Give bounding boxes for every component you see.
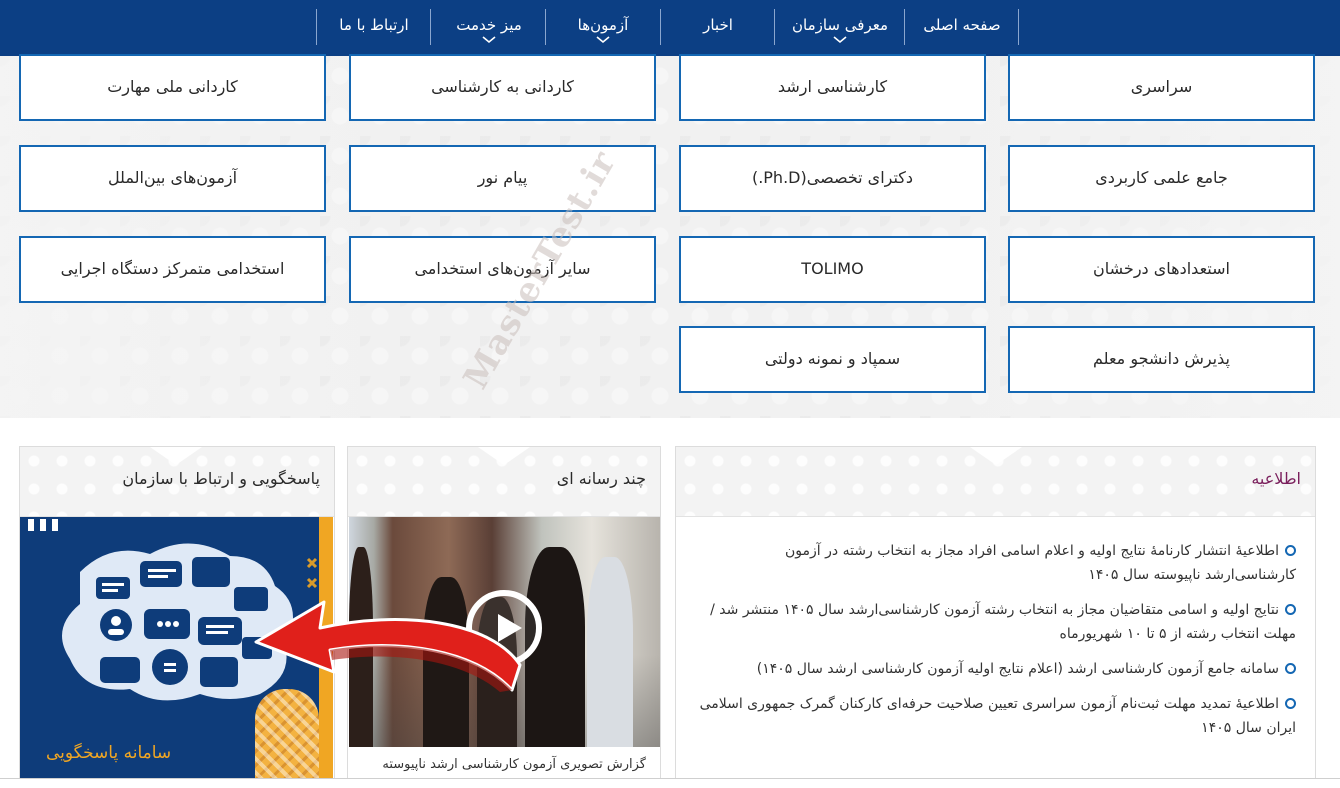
- nav-separator: [904, 9, 905, 45]
- support-system-banner[interactable]: سامانه پاسخگویی: [20, 517, 333, 787]
- nav-separator: [774, 9, 775, 45]
- panel-header: چند رسانه ای: [348, 447, 660, 517]
- nav-exams[interactable]: آزمون‌ها: [550, 8, 656, 46]
- nav-service-desk[interactable]: میز خدمت: [436, 8, 542, 46]
- category-karshenasi-arshad[interactable]: کارشناسی ارشد: [679, 54, 986, 121]
- circle-bullet-icon: [1285, 698, 1296, 709]
- category-kardani-be-karshenasi[interactable]: کاردانی به کارشناسی: [349, 54, 656, 121]
- category-doctora[interactable]: دکترای تخصصی(Ph.D.): [679, 145, 986, 212]
- chevron-down-icon: [833, 36, 847, 44]
- category-sarasari[interactable]: سراسری: [1008, 54, 1315, 121]
- nav-news[interactable]: اخبار: [665, 8, 771, 46]
- category-sampad[interactable]: سمپاد و نمونه دولتی: [679, 326, 986, 393]
- support-system-label: سامانه پاسخگویی: [46, 743, 172, 763]
- nav-home[interactable]: صفحه اصلی: [910, 8, 1014, 46]
- top-navigation: ارتباط با ما میز خدمت آزمون‌ها اخبار معر…: [0, 0, 1340, 56]
- category-jame-elmi[interactable]: جامع علمی کاربردی: [1008, 145, 1315, 212]
- category-teacher[interactable]: پذیرش دانشجو معلم: [1008, 326, 1315, 393]
- category-tolimo[interactable]: TOLIMO: [679, 236, 986, 303]
- nav-about-label: معرفی سازمان: [792, 16, 888, 34]
- support-panel: پاسخگویی و ارتباط با سازمان سامانه پاسخگ…: [19, 446, 335, 788]
- nav-separator: [316, 9, 317, 45]
- panel-header: اطلاعیه: [676, 447, 1315, 517]
- list-item[interactable]: اطلاعیهٔ انتشار کارنامهٔ نتایج اولیه و ا…: [696, 539, 1296, 587]
- category-central-employment[interactable]: استخدامی متمرکز دستگاه اجرایی: [19, 236, 326, 303]
- announcements-title: اطلاعیه: [1251, 469, 1301, 488]
- circle-bullet-icon: [1285, 604, 1296, 615]
- nav-home-label: صفحه اصلی: [923, 16, 1001, 34]
- list-item[interactable]: اطلاعیهٔ تمدید مهلت ثبت‌نام آزمون سراسری…: [696, 692, 1296, 740]
- panel-header: پاسخگویی و ارتباط با سازمان: [20, 447, 334, 517]
- list-item[interactable]: سامانه جامع آزمون کارشناسی ارشد (اعلام ن…: [696, 657, 1296, 681]
- play-icon[interactable]: [466, 590, 542, 666]
- multimedia-panel: چند رسانه ای گزارش تصویری آزمون کارشناسی…: [347, 446, 661, 788]
- support-title: پاسخگویی و ارتباط با سازمان: [122, 469, 320, 488]
- nav-news-label: اخبار: [703, 16, 733, 34]
- nav-separator: [1018, 9, 1019, 45]
- announcement-text: اطلاعیهٔ انتشار کارنامهٔ نتایج اولیه و ا…: [785, 543, 1296, 583]
- nav-exams-label: آزمون‌ها: [577, 16, 629, 34]
- announcements-panel: اطلاعیه اطلاعیهٔ انتشار کارنامهٔ نتایج ا…: [675, 446, 1316, 788]
- nav-separator: [660, 9, 661, 45]
- exam-categories-section: سراسری کارشناسی ارشد کاردانی به کارشناسی…: [0, 54, 1340, 418]
- announcements-list: اطلاعیهٔ انتشار کارنامهٔ نتایج اولیه و ا…: [696, 539, 1296, 751]
- announcement-text: نتایج اولیه و اسامی متقاضیان مجاز به انت…: [710, 602, 1296, 642]
- decorative-pattern: [255, 689, 319, 787]
- nav-separator: [545, 9, 546, 45]
- nav-separator: [430, 9, 431, 45]
- category-talented[interactable]: استعدادهای درخشان: [1008, 236, 1315, 303]
- page-bottom-edge: [0, 778, 1340, 788]
- nav-service-desk-label: میز خدمت: [456, 16, 522, 34]
- chevron-down-icon: [482, 36, 496, 44]
- nav-about[interactable]: معرفی سازمان: [780, 8, 900, 46]
- multimedia-title: چند رسانه ای: [556, 469, 646, 488]
- category-other-employment[interactable]: سایر آزمون‌های استخدامی: [349, 236, 656, 303]
- chevron-down-icon: [596, 36, 610, 44]
- nav-contact[interactable]: ارتباط با ما: [322, 8, 426, 46]
- announcement-text: سامانه جامع آزمون کارشناسی ارشد (اعلام ن…: [756, 661, 1279, 677]
- circle-bullet-icon: [1285, 663, 1296, 674]
- category-international[interactable]: آزمون‌های بین‌الملل: [19, 145, 326, 212]
- video-caption[interactable]: گزارش تصویری آزمون کارشناسی ارشد ناپیوست…: [382, 757, 646, 772]
- category-payam-noor[interactable]: پیام نور: [349, 145, 656, 212]
- circle-bullet-icon: [1285, 545, 1296, 556]
- nav-contact-label: ارتباط با ما: [339, 16, 409, 34]
- category-kardani-melli[interactable]: کاردانی ملی مهارت: [19, 54, 326, 121]
- announcement-text: اطلاعیهٔ تمدید مهلت ثبت‌نام آزمون سراسری…: [699, 696, 1296, 736]
- video-thumbnail[interactable]: [349, 517, 660, 747]
- list-item[interactable]: نتایج اولیه و اسامی متقاضیان مجاز به انت…: [696, 598, 1296, 646]
